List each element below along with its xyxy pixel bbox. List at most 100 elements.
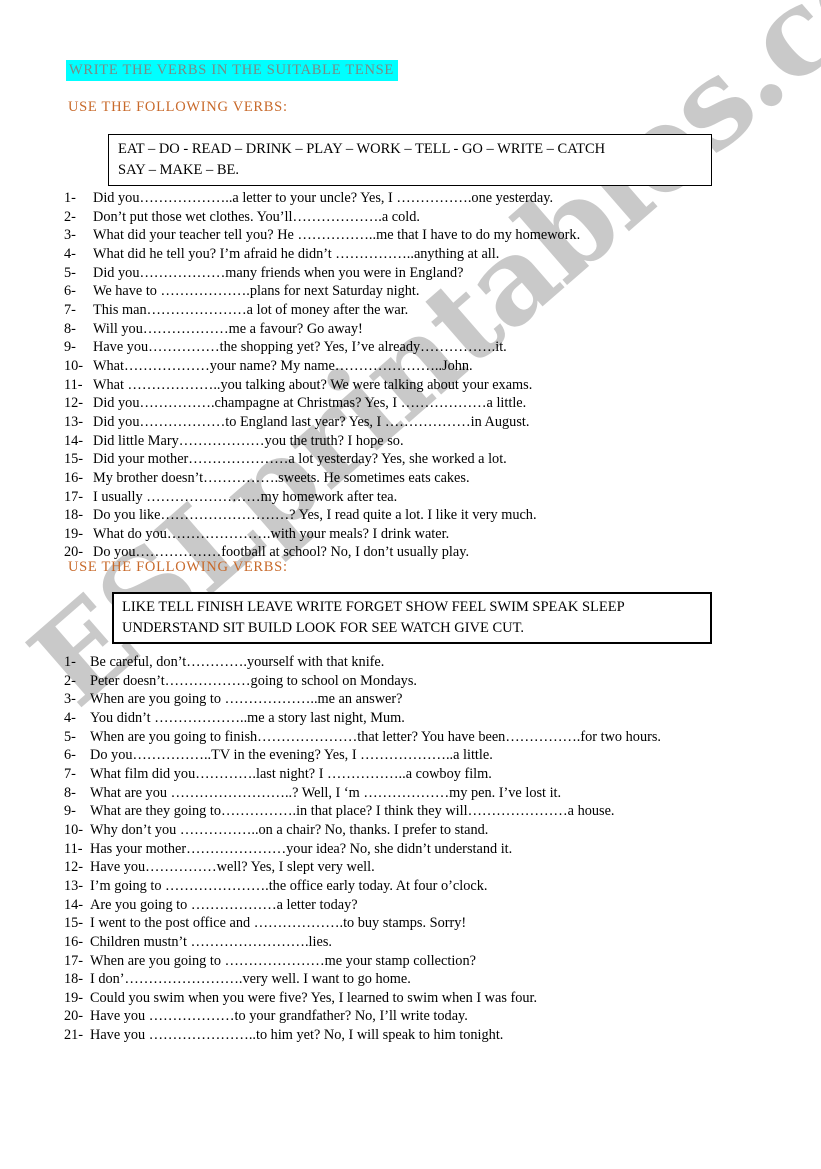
question-text: What………………your name? My name…………………..Joh… [93,357,473,374]
question-text: Could you swim when you were five? Yes, … [90,989,538,1006]
question-number: 12- [64,395,84,412]
question-row: 16- Children mustn’t …………………….lies. [64,933,794,952]
question-text: Did you………………many friends when you were … [93,264,464,281]
question-row: 12- Have you……………well? Yes, I slept very … [64,858,794,877]
question-row: 19- Could you swim when you were five? Ye… [64,989,794,1008]
verb-box-2-line-1: LIKE TELL FINISH LEAVE WRITE FORGET SHOW… [122,599,625,615]
question-row: 5- When are you going to finish…………………tha… [64,728,794,747]
question-row: 6- Do you……………..TV in the evening? Yes, I… [64,746,794,765]
question-number: 5- [64,264,76,281]
question-number: 3- [64,691,76,708]
question-text: I usually ……………………my homework after tea. [93,488,398,505]
question-text: What film did you………….last night? I …………… [90,765,492,782]
verb-box-1: EAT – DO - READ – DRINK – PLAY – WORK – … [108,134,712,187]
question-text: Why don’t you ……………..on a chair? No, tha… [90,821,489,838]
question-number: 2- [64,208,76,225]
question-text: We have to ……………….plans for next Saturda… [93,283,420,300]
question-row: 11- Has your mother…………………your idea? No, … [64,840,794,859]
question-number: 1- [64,190,76,206]
question-row: 10- What………………your name? My name…………………..… [64,357,764,376]
question-number: 14- [64,896,84,913]
question-text: Peter doesn’t………………going to school on Mo… [90,672,417,689]
question-row: 5- Did you………………many friends when you wer… [64,264,764,283]
question-number: 1- [64,654,76,670]
question-row: 15- I went to the post office and ……………….… [64,914,794,933]
question-text: Will you………………me a favour? Go away! [93,320,363,337]
question-text: When are you going to …………………me your sta… [90,952,476,969]
question-row: 13- Did you………………to England last year? Ye… [64,413,764,432]
question-text: Have you …………………..to him yet? No, I will… [90,1027,504,1044]
question-row: 18- I don’…………………….very well. I want to g… [64,970,794,989]
question-number: 15- [64,451,84,468]
question-row: 3- What did your teacher tell you? He ………… [64,226,764,245]
question-text: This man…………………a lot of money after the … [93,301,409,318]
question-row: 12- Did you…………….champagne at Christmas? … [64,394,764,413]
question-text: Are you going to ………………a letter today? [90,896,358,913]
question-row: 7- What film did you………….last night? I ……… [64,765,794,784]
question-row: 9- Have you……………the shopping yet? Yes, I’… [64,338,764,357]
question-row: 1- Did you………………..a letter to your uncle?… [64,189,764,208]
question-text: Have you ………………to your grandfather? No, … [90,1008,468,1025]
question-number: 5- [64,728,76,745]
worksheet-page: WRITE THE VERBS IN THE SUITABLE TENSE US… [0,0,821,1169]
question-text: What did your teacher tell you? He ……………… [93,227,581,244]
question-text: What are you ……………………..? Well, I ‘m …………… [90,784,562,801]
question-number: 17- [64,952,84,969]
question-text: I’m going to ………………….the office early to… [90,877,488,894]
question-text: Children mustn’t …………………….lies. [90,933,332,950]
question-number: 10- [64,357,84,374]
question-number: 13- [64,877,84,894]
question-row: 21- Have you …………………..to him yet? No, I w… [64,1026,794,1045]
question-row: 4- What did he tell you? I’m afraid he di… [64,245,764,264]
question-number: 14- [64,432,84,449]
question-number: 11- [64,840,83,857]
question-number: 6- [64,283,76,300]
question-number: 18- [64,507,84,524]
section-header-1: USE THE FOLLOWING VERBS: [68,99,288,115]
question-text: Have you……………the shopping yet? Yes, I’ve… [93,339,507,356]
section-header-2: USE THE FOLLOWING VERBS: [68,559,288,575]
question-text: Do you……………..TV in the evening? Yes, I …… [90,747,493,764]
question-text: What are they going to…………….in that plac… [90,803,615,820]
question-row: 18- Do you like………………………? Yes, I read qui… [64,506,764,525]
question-number: 20- [64,1008,84,1025]
question-row: 16- My brother doesn’t…………….sweets. He so… [64,469,764,488]
question-row: 3- When are you going to ………………..me an an… [64,690,794,709]
question-text: I went to the post office and ……………….to … [90,915,467,932]
question-number: 16- [64,933,84,950]
question-row: 10- Why don’t you ……………..on a chair? No, … [64,821,794,840]
question-text: When are you going to finish…………………that … [90,728,661,745]
question-text: Did little Mary………………you the truth? I ho… [93,432,404,449]
question-number: 21- [64,1027,84,1044]
question-row: 4- You didn’t ………………..me a story last nig… [64,709,794,728]
question-text: Do you like………………………? Yes, I read quite … [93,507,537,524]
question-row: 1- Be careful, don’t………….yourself with th… [64,653,794,672]
verb-box-2-line-2: UNDERSTAND SIT BUILD LOOK FOR SEE WATCH … [122,619,525,636]
question-row: 13- I’m going to ………………….the office early… [64,877,794,896]
question-text: Be careful, don’t………….yourself with that… [90,654,385,670]
question-number: 6- [64,747,76,764]
question-number: 7- [64,765,76,782]
question-number: 4- [64,245,76,262]
question-row: 20- Have you ………………to your grandfather? N… [64,1007,794,1026]
question-number: 3- [64,227,76,244]
question-number: 7- [64,301,76,318]
question-text: You didn’t ………………..me a story last night… [90,709,405,726]
question-text: I don’…………………….very well. I want to go h… [90,971,411,988]
question-row: 17- When are you going to …………………me your … [64,952,794,971]
question-text: Have you……………well? Yes, I slept very wel… [90,859,375,876]
question-number: 9- [64,803,76,820]
question-row: 9- What are they going to…………….in that pl… [64,802,794,821]
question-text: Did you………………to England last year? Yes, … [93,413,530,430]
question-text: What did he tell you? I’m afraid he didn… [93,245,500,262]
question-text: Has your mother…………………your idea? No, she… [90,840,513,857]
question-number: 18- [64,971,84,988]
question-row: 8- Will you………………me a favour? Go away! [64,320,764,339]
question-number: 8- [64,320,76,337]
question-text: Did you………………..a letter to your uncle? Y… [93,190,554,206]
question-text: My brother doesn’t…………….sweets. He somet… [93,469,470,486]
question-number: 15- [64,915,84,932]
question-number: 13- [64,413,84,430]
question-row: 2- Peter doesn’t………………going to school on … [64,672,794,691]
question-number: 2- [64,672,76,689]
